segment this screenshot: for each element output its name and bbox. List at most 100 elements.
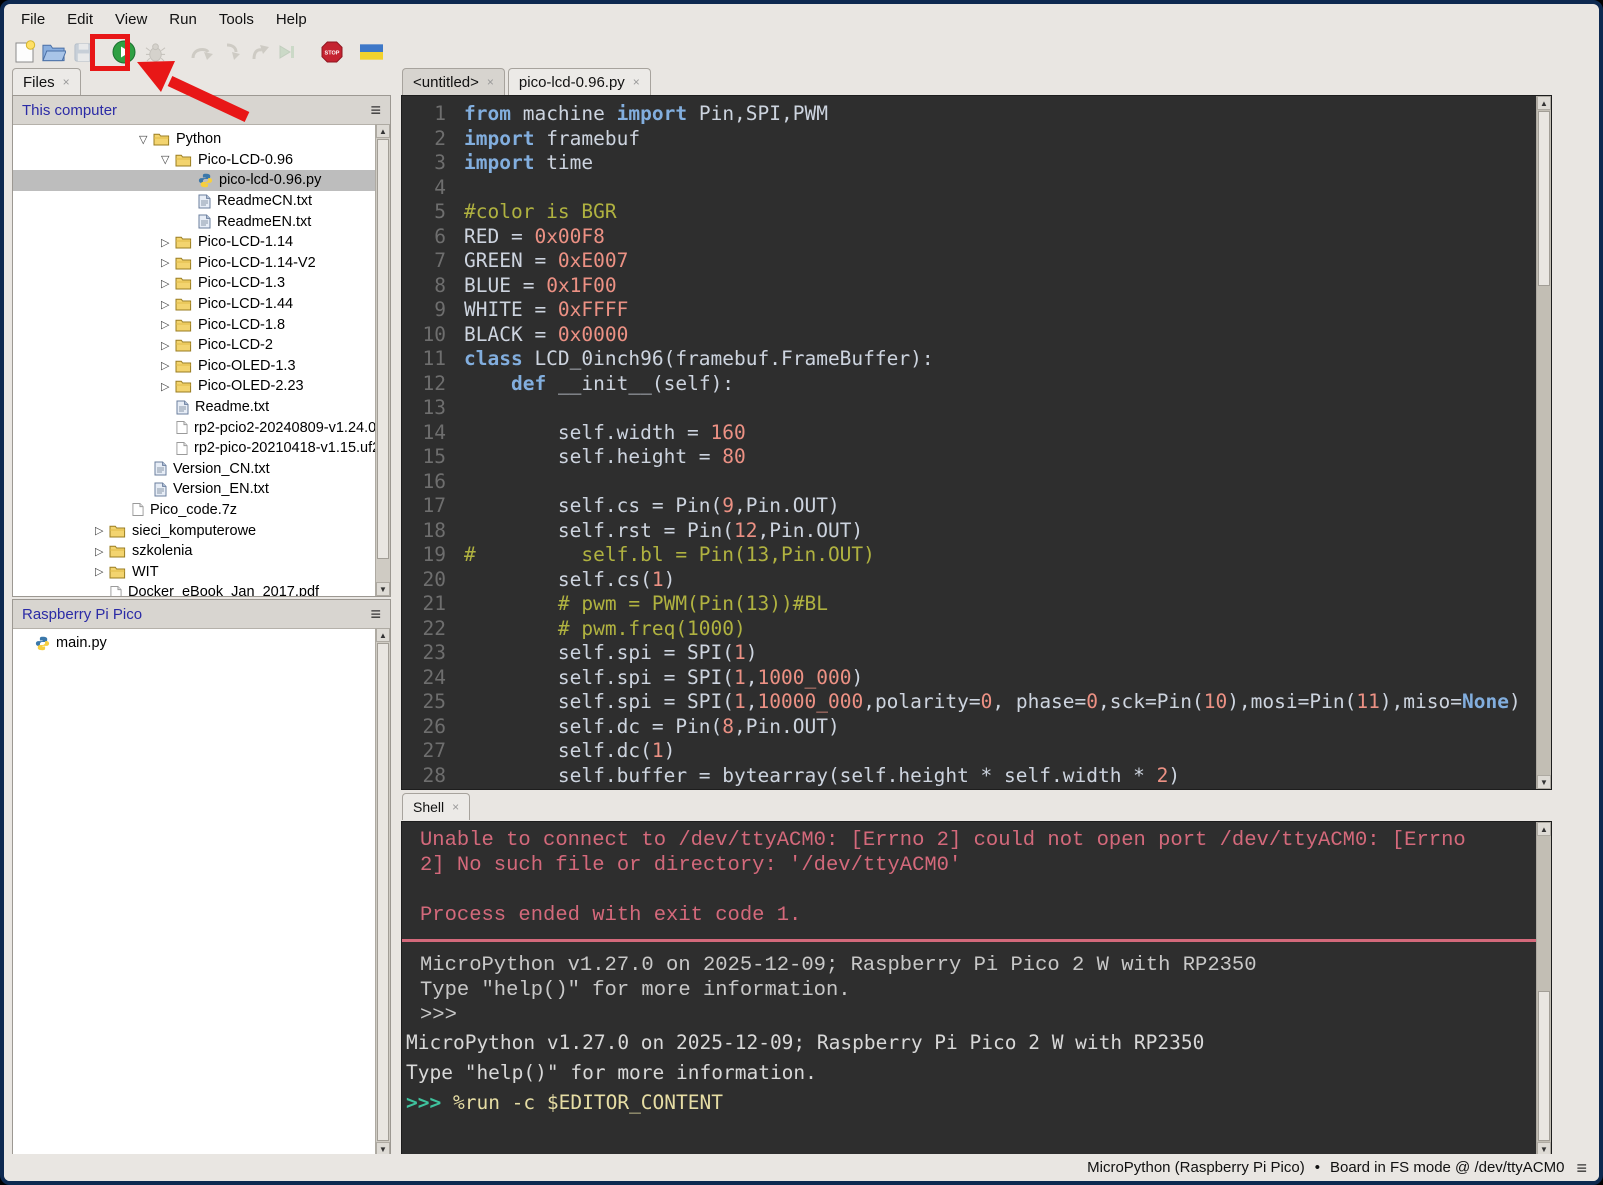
code-text: from machine import Pin,SPI,PWM: [464, 102, 828, 125]
expand-triangle-icon[interactable]: ▷: [161, 339, 175, 352]
status-menu-icon[interactable]: ≡: [1576, 1159, 1587, 1177]
expand-triangle-icon[interactable]: ▷: [161, 318, 175, 331]
scroll-down-icon[interactable]: ▼: [1537, 775, 1551, 789]
tree-item-rp2-pcio2-20240809-v1.24.0.u[interactable]: rp2-pcio2-20240809-v1.24.0.u: [13, 417, 375, 438]
tree-item-WIT[interactable]: ▷ WIT: [13, 561, 375, 582]
tree-item-Readme.txt[interactable]: Readme.txt: [13, 397, 375, 418]
tree-item-Version_CN.txt[interactable]: Version_CN.txt: [13, 459, 375, 480]
collapse-triangle-icon[interactable]: ▽: [161, 153, 175, 166]
line-number: 16: [422, 469, 446, 493]
folder-icon: [153, 133, 170, 146]
shell-panel[interactable]: Unable to connect to /dev/ttyACM0: [Errn…: [401, 821, 1552, 1157]
stop-button[interactable]: STOP: [320, 40, 344, 64]
txt-icon: [154, 482, 167, 497]
line-number: 1: [434, 102, 446, 125]
menu-item-edit[interactable]: Edit: [56, 7, 104, 32]
shell-output[interactable]: Unable to connect to /dev/ttyACM0: [Errn…: [402, 822, 1536, 1156]
resume-button[interactable]: [276, 42, 298, 62]
tree-item-Pico-LCD-1.14-V2[interactable]: ▷ Pico-LCD-1.14-V2: [13, 253, 375, 274]
menu-item-file[interactable]: File: [10, 7, 56, 32]
menu-item-tools[interactable]: Tools: [208, 7, 265, 32]
pico-scrollbar[interactable]: ▲ ▼: [375, 628, 390, 1156]
code-line: 18 self.rst = Pin(12,Pin.OUT): [402, 519, 1536, 544]
tree-item-main.py[interactable]: main.py: [13, 633, 375, 654]
expand-triangle-icon[interactable]: ▷: [161, 236, 175, 249]
code-editor[interactable]: 1 from machine import Pin,SPI,PWM 2 import …: [401, 95, 1552, 790]
tree-item-Pico-LCD-1.3[interactable]: ▷ Pico-LCD-1.3: [13, 273, 375, 294]
tree-item-Pico-LCD-0.96[interactable]: ▽ Pico-LCD-0.96: [13, 150, 375, 171]
scrollbar-thumb[interactable]: [1538, 991, 1550, 1141]
close-tab-icon[interactable]: ×: [633, 75, 640, 89]
tree-item-sieci_komputerowe[interactable]: ▷ sieci_komputerowe: [13, 520, 375, 541]
close-tab-icon[interactable]: ×: [452, 800, 459, 814]
code-area[interactable]: 1 from machine import Pin,SPI,PWM 2 import …: [402, 96, 1536, 789]
code-line: 24 self.spi = SPI(1,1000_000): [402, 666, 1536, 691]
file-icon: [110, 585, 122, 596]
files-scrollbar[interactable]: ▲ ▼: [375, 124, 390, 596]
tree-item-pico-lcd-0.96.py[interactable]: pico-lcd-0.96.py: [13, 170, 375, 191]
scrollbar-thumb[interactable]: [1538, 111, 1550, 286]
tree-item-Pico_code.7z[interactable]: Pico_code.7z: [13, 500, 375, 521]
scroll-down-icon[interactable]: ▼: [376, 582, 390, 596]
scroll-up-icon[interactable]: ▲: [1537, 96, 1551, 110]
expand-triangle-icon[interactable]: ▷: [161, 277, 175, 290]
expand-triangle-icon[interactable]: ▷: [161, 256, 175, 269]
tree-item-ReadmeCN.txt[interactable]: ReadmeCN.txt: [13, 191, 375, 212]
tree-item-ReadmeEN.txt[interactable]: ReadmeEN.txt: [13, 211, 375, 232]
editor-tab-untitled[interactable]: <untitled> ×: [402, 68, 505, 95]
step-out-button[interactable]: [250, 42, 270, 62]
open-file-button[interactable]: [41, 41, 66, 63]
tree-item-Docker_eBook_Jan_2017.pdf[interactable]: Docker_eBook_Jan_2017.pdf: [13, 582, 375, 596]
close-tab-icon[interactable]: ×: [487, 75, 494, 89]
tree-item-Version_EN.txt[interactable]: Version_EN.txt: [13, 479, 375, 500]
tree-item-Pico-LCD-1.44[interactable]: ▷ Pico-LCD-1.44: [13, 294, 375, 315]
ukraine-flag-button[interactable]: [360, 44, 383, 60]
code-text: self.width = 160: [464, 420, 746, 444]
expand-triangle-icon[interactable]: ▷: [161, 380, 175, 393]
tab-shell[interactable]: Shell ×: [402, 793, 471, 820]
step-into-button[interactable]: [223, 42, 243, 62]
tab-files[interactable]: Files ×: [12, 68, 81, 95]
tree-item-Pico-OLED-1.3[interactable]: ▷ Pico-OLED-1.3: [13, 356, 375, 377]
pico-panel: Raspberry Pi Pico ≡ main.py ▲ ▼: [12, 599, 391, 1157]
tree-item-rp2-pico-20210418-v1.15.uf2[interactable]: rp2-pico-20210418-v1.15.uf2: [13, 438, 375, 459]
scroll-up-icon[interactable]: ▲: [1537, 822, 1551, 836]
expand-triangle-icon[interactable]: ▷: [95, 545, 109, 558]
code-line: 23 self.spi = SPI(1): [402, 641, 1536, 666]
panel-menu-icon[interactable]: ≡: [370, 605, 381, 623]
expand-triangle-icon[interactable]: ▷: [161, 298, 175, 311]
scroll-up-icon[interactable]: ▲: [376, 124, 390, 138]
tree-item-Pico-OLED-2.23[interactable]: ▷ Pico-OLED-2.23: [13, 376, 375, 397]
collapse-triangle-icon[interactable]: ▽: [139, 133, 153, 146]
tree-item-label: main.py: [56, 635, 107, 652]
scrollbar-thumb[interactable]: [377, 643, 389, 1141]
tree-item-Pico-LCD-2[interactable]: ▷ Pico-LCD-2: [13, 335, 375, 356]
tree-item-label: Pico-OLED-2.23: [198, 378, 304, 395]
new-file-button[interactable]: [14, 40, 36, 64]
menu-item-help[interactable]: Help: [265, 7, 318, 32]
tree-item-Python[interactable]: ▽ Python: [13, 129, 375, 150]
editor-tab-pico-lcd-0.96.py[interactable]: pico-lcd-0.96.py ×: [507, 68, 651, 95]
tree-item-Pico-LCD-1.8[interactable]: ▷ Pico-LCD-1.8: [13, 314, 375, 335]
expand-triangle-icon[interactable]: ▷: [95, 524, 109, 537]
menu-item-run[interactable]: Run: [158, 7, 208, 32]
panel-menu-icon[interactable]: ≡: [370, 101, 381, 119]
shell-scrollbar[interactable]: ▲ ▼: [1536, 822, 1551, 1156]
editor-scrollbar[interactable]: ▲ ▼: [1536, 96, 1551, 789]
line-number: 10: [422, 322, 446, 346]
expand-triangle-icon[interactable]: ▷: [161, 359, 175, 372]
file-icon: [176, 441, 188, 455]
debug-button[interactable]: [145, 42, 166, 63]
tree-item-label: Pico-OLED-1.3: [198, 357, 296, 374]
scrollbar-thumb[interactable]: [377, 139, 389, 559]
shell-line: 2] No such file or directory: '/dev/ttyA…: [420, 854, 962, 877]
tree-item-Pico-LCD-1.14[interactable]: ▷ Pico-LCD-1.14: [13, 232, 375, 253]
expand-triangle-icon[interactable]: ▷: [95, 565, 109, 578]
tree-item-szkolenia[interactable]: ▷ szkolenia: [13, 541, 375, 562]
close-tab-icon[interactable]: ×: [63, 75, 70, 89]
folder-icon: [109, 544, 126, 558]
scroll-up-icon[interactable]: ▲: [376, 628, 390, 642]
code-line: 15 self.height = 80: [402, 445, 1536, 470]
menu-item-view[interactable]: View: [104, 7, 158, 32]
step-over-button[interactable]: [190, 42, 214, 62]
